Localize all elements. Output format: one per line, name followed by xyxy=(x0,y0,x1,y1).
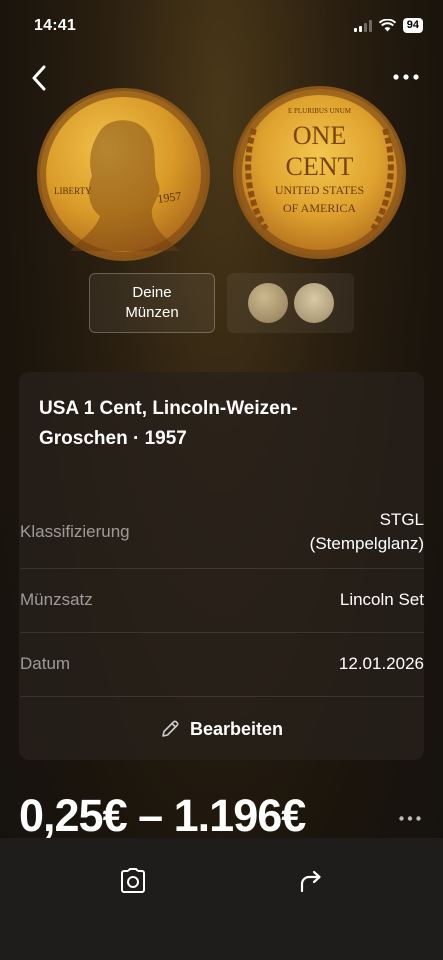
reference-reverse-thumbnail xyxy=(293,283,334,323)
reference-obverse-thumbnail xyxy=(247,283,288,323)
classification-value-line1: STGL xyxy=(379,510,424,529)
price-more-button[interactable] xyxy=(397,808,423,828)
coin-front-liberty: LIBERTY xyxy=(54,186,92,196)
coin-title: USA 1 Cent, Lincoln-Weizen-Groschen · 19… xyxy=(39,398,298,449)
classification-row: Klassifizierung STGL (Stempelglanz) xyxy=(20,496,424,569)
edit-button[interactable]: Bearbeiten xyxy=(19,700,424,758)
status-icons: 94 xyxy=(353,18,423,33)
wifi-icon xyxy=(378,19,396,32)
my-coins-label-line2: Münzen xyxy=(125,304,179,321)
coin-back-motto: E PLURIBUS UNUM xyxy=(288,107,352,115)
battery-indicator: 94 xyxy=(402,18,423,33)
scan-coin-button[interactable] xyxy=(116,864,150,898)
coin-back-cent: CENT xyxy=(286,152,354,181)
coin-back-one: ONE xyxy=(293,121,346,150)
coin-set-value: Lincoln Set xyxy=(339,590,424,609)
classification-value: STGL (Stempelglanz) xyxy=(310,508,424,556)
back-button[interactable] xyxy=(24,62,54,94)
ellipsis-icon xyxy=(393,74,419,80)
coin-back-line1: UNITED STATES xyxy=(275,183,364,197)
coin-set-label: Münzsatz xyxy=(20,590,93,609)
my-coins-button[interactable]: Deine Münzen xyxy=(89,273,215,333)
classification-label: Klassifizierung xyxy=(20,522,130,541)
coin-reverse-image[interactable]: E PLURIBUS UNUM ONE CENT UNITED STATES O… xyxy=(236,89,403,256)
my-coins-label: Deine Münzen xyxy=(125,283,178,323)
coin-obverse-image[interactable]: LIBERTY 1957 xyxy=(40,91,207,258)
date-label: Datum xyxy=(20,654,71,673)
edit-label: Bearbeiten xyxy=(189,718,284,739)
reference-coin-thumbnails[interactable] xyxy=(227,273,354,333)
chevron-left-icon xyxy=(32,65,46,91)
cellular-signal-icon xyxy=(353,19,372,32)
bottom-toolbar xyxy=(0,838,443,960)
status-bar: 14:41 94 xyxy=(0,0,443,50)
coin-set-row: Münzsatz Lincoln Set xyxy=(20,568,424,633)
share-icon xyxy=(300,870,321,893)
pencil-icon xyxy=(162,720,179,737)
status-time: 14:41 xyxy=(34,17,76,34)
more-options-button[interactable] xyxy=(391,66,421,88)
classification-value-line2: (Stempelglanz) xyxy=(309,534,424,553)
date-row: Datum 12.01.2026 xyxy=(20,632,424,697)
share-button[interactable] xyxy=(294,864,328,898)
camera-scan-icon xyxy=(121,868,145,893)
price-range: 0,25€ – 1.196€ xyxy=(19,790,306,841)
date-value: 12.01.2026 xyxy=(338,654,424,673)
my-coins-label-line1: Deine xyxy=(132,284,172,301)
coin-back-line2: OF AMERICA xyxy=(283,201,356,215)
coin-front-year: 1957 xyxy=(156,189,182,206)
ellipsis-icon xyxy=(399,815,421,821)
